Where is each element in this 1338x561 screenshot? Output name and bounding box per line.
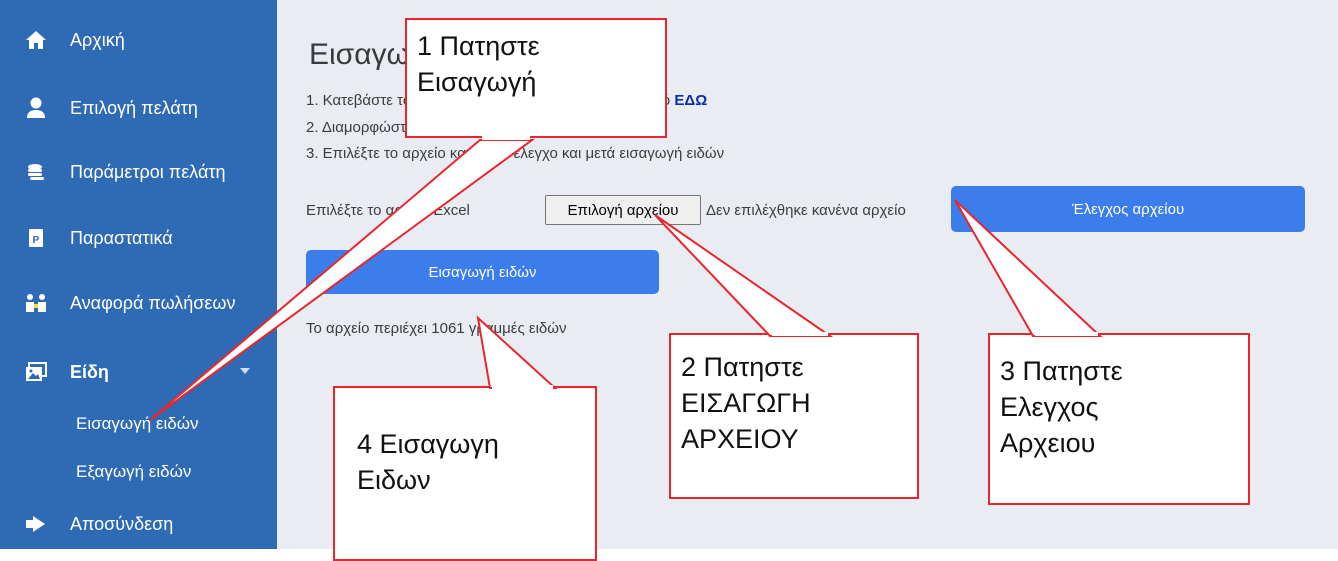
callout-1: 1 Πατηστε Εισαγωγή — [405, 18, 667, 138]
callout-3: 3 Πατηστε Ελεγχος Αρχειου — [988, 333, 1250, 505]
submenu-item-export[interactable]: Εξαγωγή ειδών — [76, 462, 191, 482]
choose-file-button[interactable]: Επιλογή αρχείου — [545, 195, 701, 225]
svg-text:P: P — [33, 235, 40, 246]
sidebar-item-label: Επιλογή πελάτη — [70, 97, 198, 118]
callout-2: 2 Πατηστε ΕΙΣΑΓΩΓΗ ΑΡΧΕΙΟΥ — [669, 333, 919, 499]
logout-icon — [24, 512, 48, 536]
check-file-button[interactable]: Έλεγχος αρχείου — [951, 186, 1305, 232]
sidebar-item-label: Αποσύνδεση — [70, 513, 174, 534]
callout-text: 1 Πατηστε Εισαγωγή — [417, 31, 540, 97]
instruction-step: 3. Επιλέξτε το αρχείο και κάντε έλεγχο κ… — [306, 145, 725, 162]
images-icon — [24, 360, 48, 384]
user-icon — [24, 96, 48, 120]
sidebar-item-label: Αρχική — [70, 29, 125, 50]
file-status-text: Δεν επιλέχθηκε κανένα αρχείο — [706, 202, 906, 219]
sidebar-item-label: Είδη — [70, 361, 109, 382]
callout-text: 3 Πατηστε Ελεγχος Αρχειου — [1000, 356, 1123, 458]
sidebar-item-items[interactable]: Είδη — [0, 352, 277, 392]
template-download-link[interactable]: ΕΔΩ — [674, 92, 707, 109]
import-items-button[interactable]: Εισαγωγή ειδών — [306, 250, 659, 294]
coins-icon — [24, 160, 48, 184]
submenu-item-import[interactable]: Εισαγωγή ειδών — [76, 414, 198, 434]
callout-text: 2 Πατηστε ΕΙΣΑΓΩΓΗ ΑΡΧΕΙΟΥ — [681, 352, 811, 454]
callout-text: 4 Εισαγωγη Ειδων — [357, 429, 499, 495]
sidebar-item-sales-report[interactable]: Αναφορά πωλήσεων — [0, 283, 277, 323]
sidebar-item-label: Αναφορά πωλήσεων — [70, 292, 236, 313]
sidebar-item-label: Παραστατικά — [70, 227, 173, 248]
sidebar: Αρχική Επιλογή πελάτη Παράμετροι πελάτη … — [0, 0, 277, 549]
sidebar-item-client-params[interactable]: Παράμετροι πελάτη — [0, 152, 277, 192]
home-icon — [24, 28, 48, 52]
callout-4: 4 Εισαγωγη Ειδων — [333, 386, 597, 561]
sidebar-item-logout[interactable]: Αποσύνδεση — [0, 504, 277, 544]
people-report-icon — [24, 291, 48, 315]
sidebar-item-home[interactable]: Αρχική — [0, 20, 277, 60]
row-count-text: Το αρχείο περιέχει 1061 γραμμές ειδών — [306, 320, 567, 337]
document-p-icon: P — [24, 226, 48, 250]
chevron-down-icon — [240, 368, 250, 374]
sidebar-item-select-client[interactable]: Επιλογή πελάτη — [0, 88, 277, 128]
sidebar-item-label: Παράμετροι πελάτη — [70, 161, 226, 182]
file-input-label: Επιλέξτε το αρχείο Excel — [306, 202, 470, 219]
sidebar-item-documents[interactable]: P Παραστατικά — [0, 218, 277, 258]
